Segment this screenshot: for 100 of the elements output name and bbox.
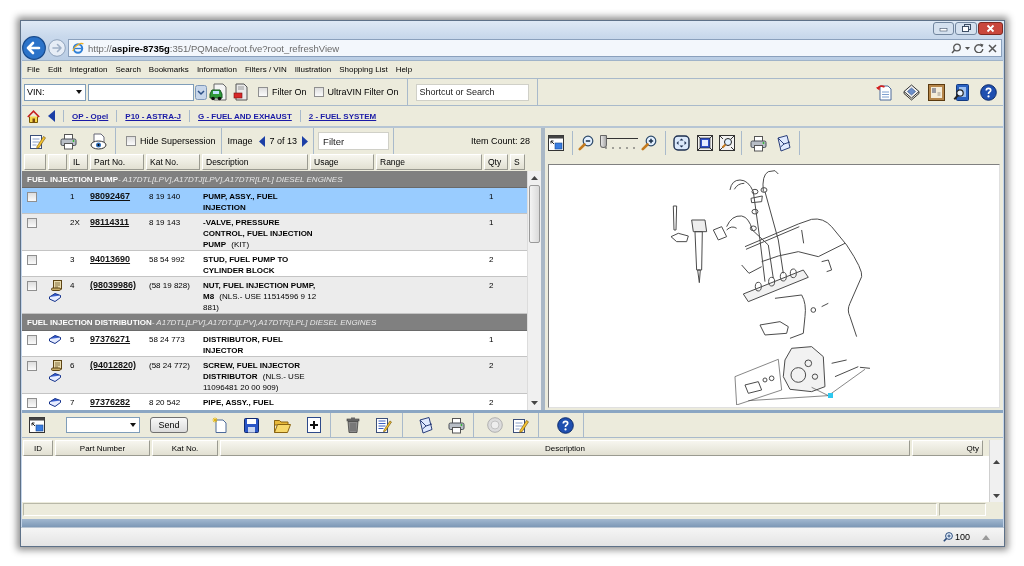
layout-icon[interactable] xyxy=(29,417,45,433)
menu-item[interactable]: Shopping List xyxy=(339,65,388,74)
part-number-link[interactable]: (98039986) xyxy=(90,280,137,290)
column-header[interactable]: Qty xyxy=(912,440,983,456)
hide-supersession-label[interactable]: Hide Supersession xyxy=(140,136,216,146)
filter-field[interactable]: Filter xyxy=(318,132,390,150)
send-document-icon[interactable] xyxy=(418,416,433,434)
back-icon[interactable] xyxy=(48,110,55,122)
menu-item[interactable]: Bookmarks xyxy=(148,65,189,74)
scroll-up-icon[interactable] xyxy=(531,176,538,180)
list-select[interactable] xyxy=(66,417,140,433)
scroll-icon[interactable] xyxy=(51,280,62,291)
close-icon[interactable] xyxy=(988,43,997,53)
row-checkbox[interactable] xyxy=(27,192,37,202)
column-header[interactable]: Part Number xyxy=(55,440,150,456)
row-checkbox[interactable] xyxy=(27,218,37,228)
address-field[interactable]: http://aspire-8735g:351/PQMace/root.fve?root_refreshView xyxy=(68,39,1002,57)
vin-input[interactable] xyxy=(88,83,194,101)
zoom-slider[interactable] xyxy=(600,135,640,151)
breadcrumb-link[interactable]: P10 - ASTRA-J xyxy=(125,111,182,121)
breadcrumb-link[interactable]: 2 - FUEL SYSTEM xyxy=(308,111,377,121)
book-icon[interactable] xyxy=(49,397,61,407)
close-icon[interactable] xyxy=(978,22,1003,35)
part-number-link[interactable]: 97376271 xyxy=(90,334,131,344)
edit-list-icon[interactable] xyxy=(375,416,392,434)
next-icon[interactable] xyxy=(302,135,309,147)
trash-icon[interactable] xyxy=(346,417,360,433)
save-icon[interactable] xyxy=(244,417,259,433)
book-icon[interactable] xyxy=(49,334,61,344)
print-icon[interactable] xyxy=(60,132,77,150)
column-header[interactable]: Range xyxy=(376,154,482,170)
fit-view-icon[interactable] xyxy=(673,135,690,151)
print-icon[interactable] xyxy=(750,134,767,152)
add-icon[interactable] xyxy=(306,417,322,433)
column-header[interactable]: Description xyxy=(202,154,308,170)
zoom-slider-thumb[interactable] xyxy=(600,135,607,148)
send-document-icon[interactable] xyxy=(776,134,791,152)
scroll-icon[interactable] xyxy=(51,360,62,371)
caret-icon[interactable] xyxy=(965,46,970,50)
print-icon[interactable] xyxy=(448,416,465,434)
column-header[interactable]: ID xyxy=(23,440,53,456)
filter-label[interactable]: Filter On xyxy=(272,87,307,97)
column-header[interactable]: Kat No. xyxy=(146,154,200,170)
part-number-link[interactable]: 97376282 xyxy=(90,397,131,407)
car-document-icon[interactable] xyxy=(209,83,227,101)
filter-label[interactable]: UltraVIN Filter On xyxy=(327,87,399,97)
vin-select[interactable]: VIN: xyxy=(24,83,86,101)
part-number-link[interactable]: 94013690 xyxy=(90,254,131,264)
column-header[interactable]: Qty xyxy=(484,154,508,170)
row-checkbox[interactable] xyxy=(27,335,37,345)
new-document-icon[interactable] xyxy=(212,417,228,433)
refresh-icon[interactable] xyxy=(974,43,984,53)
document-icon[interactable] xyxy=(233,83,248,101)
row-checkbox[interactable] xyxy=(27,281,37,291)
parts-row[interactable]: 1 98092467 8 19 140 PUMP, ASSY., FUEL INJECTION 1 xyxy=(22,188,527,214)
image-frame-icon[interactable] xyxy=(697,135,713,151)
zoom-in-icon[interactable] xyxy=(641,135,657,151)
filter-checkbox[interactable] xyxy=(313,87,324,97)
send-button[interactable]: Send xyxy=(150,417,188,433)
column-header[interactable]: IL xyxy=(69,154,88,170)
column-header[interactable]: Description xyxy=(220,440,910,456)
zoom-icon[interactable] xyxy=(942,532,953,542)
menu-item[interactable]: Illustration xyxy=(294,65,332,74)
row-checkbox[interactable] xyxy=(27,361,37,371)
menu-item[interactable]: Integration xyxy=(69,65,108,74)
help-icon[interactable] xyxy=(980,83,997,101)
row-checkbox[interactable] xyxy=(27,398,37,408)
menu-item[interactable]: Edit xyxy=(47,65,62,74)
hide-supersession-checkbox[interactable] xyxy=(126,136,136,146)
scroll-thumb[interactable] xyxy=(529,185,540,243)
column-header[interactable]: Part No. xyxy=(90,154,144,170)
search-icon[interactable] xyxy=(951,42,961,54)
column-header[interactable]: Usage xyxy=(310,154,374,170)
menu-item[interactable]: Filters / VIN xyxy=(244,65,287,74)
menu-item[interactable]: Search xyxy=(115,65,141,74)
parts-row[interactable]: 6 (94012820) (58 24 772) SCREW, FUEL INJECTOR DISTRIBUTOR (NLS.- USE 11096481 20 00 909) 2 xyxy=(22,357,527,394)
part-number-link[interactable]: (94012820) xyxy=(90,360,137,370)
home-icon[interactable] xyxy=(27,109,40,123)
chevron-down-icon[interactable] xyxy=(195,84,207,100)
book-icon[interactable] xyxy=(903,83,920,101)
breadcrumb-link[interactable]: OP - Opel xyxy=(72,111,109,121)
row-checkbox[interactable] xyxy=(27,255,37,265)
menu-item[interactable]: Information xyxy=(196,65,237,74)
menu-item[interactable]: Help xyxy=(395,65,413,74)
layout-icon[interactable] xyxy=(548,135,564,151)
open-folder-icon[interactable] xyxy=(274,417,291,433)
edit-note-icon[interactable] xyxy=(512,416,529,434)
part-number-link[interactable]: 98114311 xyxy=(90,217,130,227)
restore-icon[interactable] xyxy=(955,22,977,35)
previous-icon[interactable] xyxy=(258,135,265,147)
scroll-down-icon[interactable] xyxy=(993,494,1000,498)
book-icon[interactable] xyxy=(49,292,61,302)
parts-row[interactable]: 4 (98039986) (58 19 828) NUT, FUEL INJECTION PUMP, M8 (NLS.- USE 11514596 9 12 881) 2 xyxy=(22,277,527,314)
scrollbar[interactable] xyxy=(527,171,541,410)
part-number-link[interactable]: 98092467 xyxy=(90,191,131,201)
search-book-icon[interactable] xyxy=(953,83,970,101)
column-header[interactable]: S xyxy=(510,154,525,170)
book-icon[interactable] xyxy=(49,372,61,382)
document-arrow-icon[interactable] xyxy=(876,83,893,101)
scroll-up-icon[interactable] xyxy=(993,460,1000,464)
